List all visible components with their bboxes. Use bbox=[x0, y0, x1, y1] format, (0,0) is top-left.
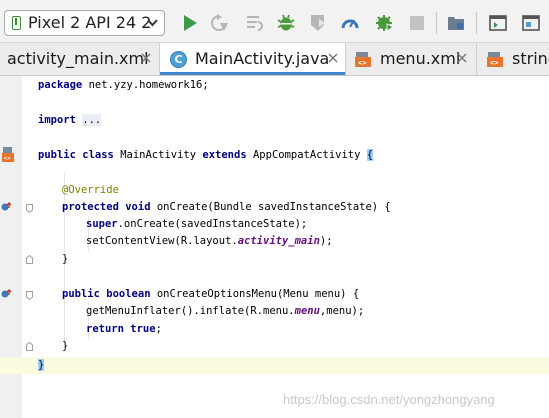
code-line-inflate: getMenuInflater().inflate(R.menu.menu,me… bbox=[86, 303, 364, 320]
code-line-oncreate: protected void onCreate(Bundle savedInst… bbox=[62, 199, 391, 216]
debug-icon[interactable] bbox=[277, 14, 295, 32]
svg-text:<>: <> bbox=[358, 59, 366, 67]
device-label: Pixel 2 API 24 2 bbox=[28, 13, 152, 32]
toolbar-separator bbox=[476, 12, 477, 34]
method-call: .onCreate(savedInstanceState); bbox=[117, 218, 308, 230]
run-icon[interactable] bbox=[181, 14, 199, 32]
close-icon[interactable] bbox=[456, 52, 468, 64]
tab-menu-xml[interactable]: <> menu.xml bbox=[346, 43, 477, 75]
close-icon[interactable] bbox=[327, 52, 339, 64]
attach-debugger-icon[interactable] bbox=[309, 14, 327, 32]
tab-label: menu.xml bbox=[380, 49, 461, 68]
code-line-return: return true; bbox=[86, 321, 162, 338]
tab-label: activity_main.xml bbox=[7, 49, 149, 68]
method-call: getMenuInflater().inflate(R.menu. bbox=[86, 305, 295, 317]
keyword: void bbox=[125, 201, 151, 213]
chevron-down-icon bbox=[147, 19, 158, 27]
keyword: class bbox=[82, 149, 114, 161]
fold-marker-icon[interactable] bbox=[26, 342, 33, 351]
method-signature: onCreate(Bundle savedInstanceState) { bbox=[150, 201, 391, 213]
code-line-super-call: super.onCreate(savedInstanceState); bbox=[86, 216, 307, 233]
package-name: net.yzy.homework16; bbox=[82, 79, 209, 91]
svg-text:<>: <> bbox=[490, 59, 498, 67]
code-line-annotation: @Override bbox=[62, 182, 119, 199]
keyword: boolean bbox=[106, 288, 151, 300]
override-method-icon[interactable] bbox=[0, 288, 12, 300]
layout-icon[interactable] bbox=[522, 14, 540, 32]
close-brace: } bbox=[38, 359, 45, 371]
semicolon: ; bbox=[155, 323, 162, 335]
tab-strings-xml[interactable]: <> string bbox=[477, 43, 549, 75]
code-line-close-brace: } bbox=[62, 251, 68, 268]
code-line-set-content-view: setContentView(R.layout.activity_main); bbox=[86, 233, 333, 250]
device-selector[interactable]: Pixel 2 API 24 2 bbox=[4, 10, 165, 36]
keyword: public bbox=[38, 149, 76, 161]
class-name: MainActivity bbox=[113, 149, 203, 161]
main-toolbar: Pixel 2 API 24 2 bbox=[0, 0, 549, 43]
static-field: activity_main bbox=[237, 235, 320, 247]
code-editor[interactable]: <> package net.yzy.homework16; import ..… bbox=[0, 76, 549, 418]
keyword: true bbox=[130, 323, 156, 335]
current-line-gutter bbox=[0, 357, 31, 374]
phone-icon bbox=[12, 16, 21, 30]
project-structure-icon[interactable] bbox=[447, 14, 465, 32]
svg-text:<>: <> bbox=[4, 155, 12, 162]
close-brace: } bbox=[62, 340, 69, 352]
fold-marker-icon[interactable] bbox=[26, 255, 33, 264]
current-line-highlight bbox=[31, 357, 549, 374]
method-call-end: ); bbox=[319, 235, 333, 247]
stop-icon[interactable] bbox=[408, 14, 426, 32]
keyword: super bbox=[86, 218, 118, 230]
code-line-import: import ... bbox=[38, 112, 102, 129]
close-brace: } bbox=[62, 253, 69, 265]
fold-marker-icon[interactable] bbox=[26, 204, 33, 213]
code-line-close-brace: } bbox=[62, 338, 68, 355]
keyword: package bbox=[38, 79, 83, 91]
keyword: return bbox=[86, 323, 124, 335]
method-call-end: ,menu); bbox=[319, 305, 365, 317]
terminal-icon[interactable] bbox=[489, 14, 507, 32]
tab-mainactivity-java[interactable]: C MainActivity.java bbox=[160, 43, 346, 75]
keyword: import bbox=[38, 114, 76, 126]
editor-tabbar: activity_main.xml C MainActivity.java <>… bbox=[0, 43, 549, 76]
override-annotation: @Override bbox=[62, 184, 119, 196]
code-line-class-declaration: public class MainActivity extends AppCom… bbox=[38, 147, 374, 164]
method-signature: onCreateOptionsMenu(Menu menu) { bbox=[150, 288, 360, 300]
tab-label: MainActivity.java bbox=[195, 49, 330, 68]
class-icon: C bbox=[170, 51, 187, 68]
layout-xml-icon[interactable]: <> bbox=[2, 147, 15, 163]
apply-code-changes-icon[interactable] bbox=[246, 14, 264, 32]
keyword: public bbox=[62, 288, 100, 300]
close-icon[interactable] bbox=[140, 52, 152, 64]
keyword: protected bbox=[62, 201, 119, 213]
run-coverage-icon[interactable] bbox=[376, 14, 394, 32]
keyword: extends bbox=[202, 149, 247, 161]
tab-label: string bbox=[512, 49, 549, 68]
code-line-package: package net.yzy.homework16; bbox=[38, 77, 209, 94]
fold-marker-icon[interactable] bbox=[26, 291, 33, 300]
method-call: setContentView(R.layout. bbox=[86, 235, 238, 247]
watermark: https://blog.csdn.net/yongzhongyang bbox=[283, 392, 495, 407]
tab-activity-main-xml[interactable]: activity_main.xml bbox=[0, 43, 160, 75]
open-brace: { bbox=[366, 149, 374, 161]
super-class: AppCompatActivity bbox=[246, 149, 367, 161]
toolbar-separator bbox=[436, 12, 437, 34]
static-field: menu bbox=[294, 305, 320, 317]
xml-file-icon: <> bbox=[487, 52, 503, 67]
override-method-icon[interactable] bbox=[0, 201, 12, 213]
folded-imports[interactable]: ... bbox=[82, 114, 102, 126]
profile-icon[interactable] bbox=[341, 14, 359, 32]
code-line-class-close: } bbox=[38, 357, 45, 374]
apply-changes-icon[interactable] bbox=[211, 14, 229, 32]
code-line-oncreateoptionsmenu: public boolean onCreateOptionsMenu(Menu … bbox=[62, 286, 359, 303]
xml-file-icon: <> bbox=[355, 52, 371, 67]
